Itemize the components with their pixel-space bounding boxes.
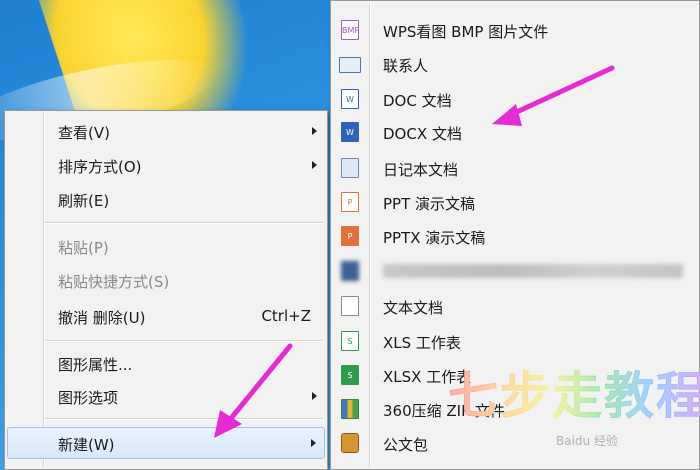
new-item-docx[interactable]: W DOCX 文档: [333, 117, 697, 147]
journal-file-icon: [341, 158, 359, 178]
menu-item-label: 图形属性...: [58, 356, 133, 374]
new-item-label: PPT 演示文稿: [383, 195, 476, 213]
menu-item-label: 排序方式(O): [58, 158, 142, 176]
submenu-arrow-icon: [312, 127, 317, 135]
menu-separator: [45, 418, 323, 419]
menu-item-sort-by[interactable]: 排序方式(O): [7, 150, 325, 180]
menu-item-view[interactable]: 查看(V): [7, 116, 325, 146]
doc-file-icon: W: [341, 89, 359, 109]
menu-separator: [45, 340, 323, 341]
bmp-file-icon: BMP: [341, 20, 359, 40]
contact-card-icon: [339, 57, 361, 73]
new-item-xls[interactable]: S XLS 工作表: [333, 326, 697, 356]
watermark-logo: 七步走教程: [448, 356, 700, 428]
zip-archive-icon: [341, 399, 359, 419]
xls-file-icon: S: [341, 331, 359, 351]
new-item-briefcase[interactable]: 公文包: [333, 428, 697, 458]
menu-item-paste-shortcut[interactable]: 粘贴快捷方式(S): [7, 265, 325, 295]
menu-item-new[interactable]: 新建(W): [7, 427, 325, 459]
submenu-arrow-icon: [312, 161, 317, 169]
menu-item-label: 粘贴(P): [58, 239, 109, 257]
submenu-arrow-icon: [311, 439, 316, 447]
menu-item-undo-delete[interactable]: 撤消 删除(U) Ctrl+Z: [7, 301, 325, 331]
new-item-bmp[interactable]: BMP WPS看图 BMP 图片文件: [333, 15, 697, 45]
new-item-contact[interactable]: 联系人: [333, 49, 697, 79]
menu-item-graphics-properties[interactable]: 图形属性...: [7, 348, 325, 378]
new-item-blurred[interactable]: [333, 256, 697, 286]
watermark-subtext: Baidu 经验: [556, 434, 618, 448]
briefcase-icon: [341, 433, 359, 453]
new-item-pptx[interactable]: P PPTX 演示文稿: [333, 221, 697, 251]
new-item-doc[interactable]: W DOC 文档: [333, 84, 697, 114]
blurred-file-icon: [341, 261, 359, 281]
desktop-context-menu: 查看(V) 排序方式(O) 刷新(E) 粘贴(P) 粘贴快捷方式(S) 撤消 删…: [4, 110, 328, 470]
menu-item-label: 新建(W): [58, 436, 115, 454]
submenu-arrow-icon: [312, 392, 317, 400]
menu-separator: [45, 222, 323, 223]
new-item-label: 公文包: [383, 436, 429, 454]
new-item-label: PPTX 演示文稿: [383, 229, 486, 247]
pptx-file-icon: P: [341, 226, 359, 246]
menu-item-refresh[interactable]: 刷新(E): [7, 184, 325, 214]
new-item-ppt[interactable]: P PPT 演示文稿: [333, 187, 697, 217]
menu-item-label: 粘贴快捷方式(S): [58, 273, 170, 291]
new-item-label: DOC 文档: [383, 92, 452, 110]
menu-item-label: 查看(V): [58, 124, 110, 142]
new-item-text-document[interactable]: 文本文档: [333, 291, 697, 321]
new-item-label: DOCX 文档: [383, 125, 462, 143]
new-item-label: 文本文档: [383, 299, 444, 317]
new-item-label: 联系人: [383, 57, 429, 75]
menu-item-label: 撤消 删除(U): [58, 309, 146, 327]
new-item-label: WPS看图 BMP 图片文件: [383, 23, 549, 41]
text-file-icon: [341, 296, 359, 316]
menu-item-label: 图形选项: [58, 389, 119, 407]
docx-file-icon: W: [341, 122, 359, 142]
redacted-label: [383, 264, 683, 278]
new-item-journal[interactable]: 日记本文档: [333, 153, 697, 183]
new-item-label: 日记本文档: [383, 161, 459, 179]
menu-item-shortcut: Ctrl+Z: [261, 307, 311, 325]
menu-item-label: 刷新(E): [58, 192, 110, 210]
ppt-file-icon: P: [341, 192, 359, 212]
new-item-label: XLS 工作表: [383, 334, 461, 352]
xlsx-file-icon: S: [341, 365, 359, 385]
menu-item-paste[interactable]: 粘贴(P): [7, 231, 325, 261]
menu-item-graphics-options[interactable]: 图形选项: [7, 381, 325, 411]
